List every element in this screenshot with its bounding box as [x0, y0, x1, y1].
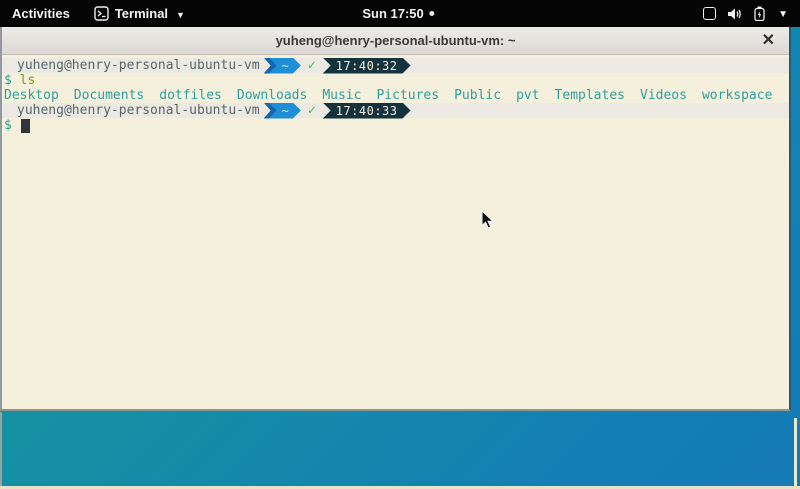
notification-dot-icon — [430, 11, 435, 16]
ls-output-line: Desktop Documents dotfiles Downloads Music Pi… — [2, 88, 789, 103]
background-window-edge-left — [0, 412, 2, 489]
prompt-user: yuheng@henry-personal-ubuntu-vm — [4, 58, 260, 73]
directory-item: Videos — [640, 88, 687, 103]
directory-item: pvt — [516, 88, 539, 103]
directory-item: Documents — [74, 88, 144, 103]
command-line-2: $ — [2, 118, 789, 133]
directory-item: Pictures — [376, 88, 439, 103]
status-check-icon: ✓ — [301, 103, 323, 118]
directory-item: Public — [454, 88, 501, 103]
system-tray-button[interactable]: ▼ — [697, 0, 794, 27]
directory-item: Music — [322, 88, 361, 103]
command-line-1: $ ls — [2, 73, 789, 88]
volume-icon — [727, 7, 743, 21]
app-menu-label: Terminal — [115, 6, 168, 21]
status-check-icon: ✓ — [301, 58, 323, 73]
prompt-user: yuheng@henry-personal-ubuntu-vm — [4, 103, 260, 118]
terminal-window: yuheng@henry-personal-ubuntu-vm: ~ ✕ yuh… — [0, 27, 791, 411]
directory-item: dotfiles — [159, 88, 222, 103]
battery-charging-icon — [754, 6, 765, 21]
desktop: Activities Terminal ▼ Sun 17:50 — [0, 0, 800, 489]
terminal-content[interactable]: yuheng@henry-personal-ubuntu-vm ~ ✓ 17:4… — [2, 55, 789, 409]
clock-label: Sun 17:50 — [362, 6, 423, 21]
prompt-line-1: yuheng@henry-personal-ubuntu-vm ~ ✓ 17:4… — [2, 58, 789, 73]
activities-label: Activities — [12, 6, 70, 21]
clock-button[interactable]: Sun 17:50 — [362, 0, 434, 27]
prompt-time: 17:40:33 — [323, 103, 411, 119]
terminal-cursor — [21, 119, 30, 133]
activities-button[interactable]: Activities — [0, 0, 82, 27]
prompt-symbol: $ — [4, 73, 12, 88]
terminal-icon — [94, 6, 109, 21]
prompt-time: 17:40:32 — [323, 58, 411, 74]
chevron-down-icon: ▼ — [176, 10, 185, 20]
background-window-edge-right — [794, 418, 797, 489]
window-title: yuheng@henry-personal-ubuntu-vm: ~ — [276, 33, 516, 48]
app-menu-button[interactable]: Terminal ▼ — [82, 0, 197, 27]
prompt-line-2: yuheng@henry-personal-ubuntu-vm ~ ✓ 17:4… — [2, 103, 789, 118]
directory-item: Desktop — [4, 88, 59, 103]
prompt-symbol: $ — [4, 118, 12, 133]
directory-item: Downloads — [237, 88, 307, 103]
directory-item: Templates — [555, 88, 625, 103]
mouse-cursor-icon — [481, 210, 494, 229]
powerline-segments: ~ ✓ 17:40:33 — [264, 103, 411, 119]
window-titlebar[interactable]: yuheng@henry-personal-ubuntu-vm: ~ ✕ — [2, 27, 789, 55]
command-text: ls — [20, 73, 36, 88]
powerline-segments: ~ ✓ 17:40:32 — [264, 58, 411, 74]
close-icon[interactable]: ✕ — [762, 33, 775, 49]
screen-icon — [703, 7, 716, 20]
directory-item: workspace — [702, 88, 772, 103]
top-bar: Activities Terminal ▼ Sun 17:50 — [0, 0, 800, 27]
chevron-down-icon: ▼ — [778, 9, 788, 20]
